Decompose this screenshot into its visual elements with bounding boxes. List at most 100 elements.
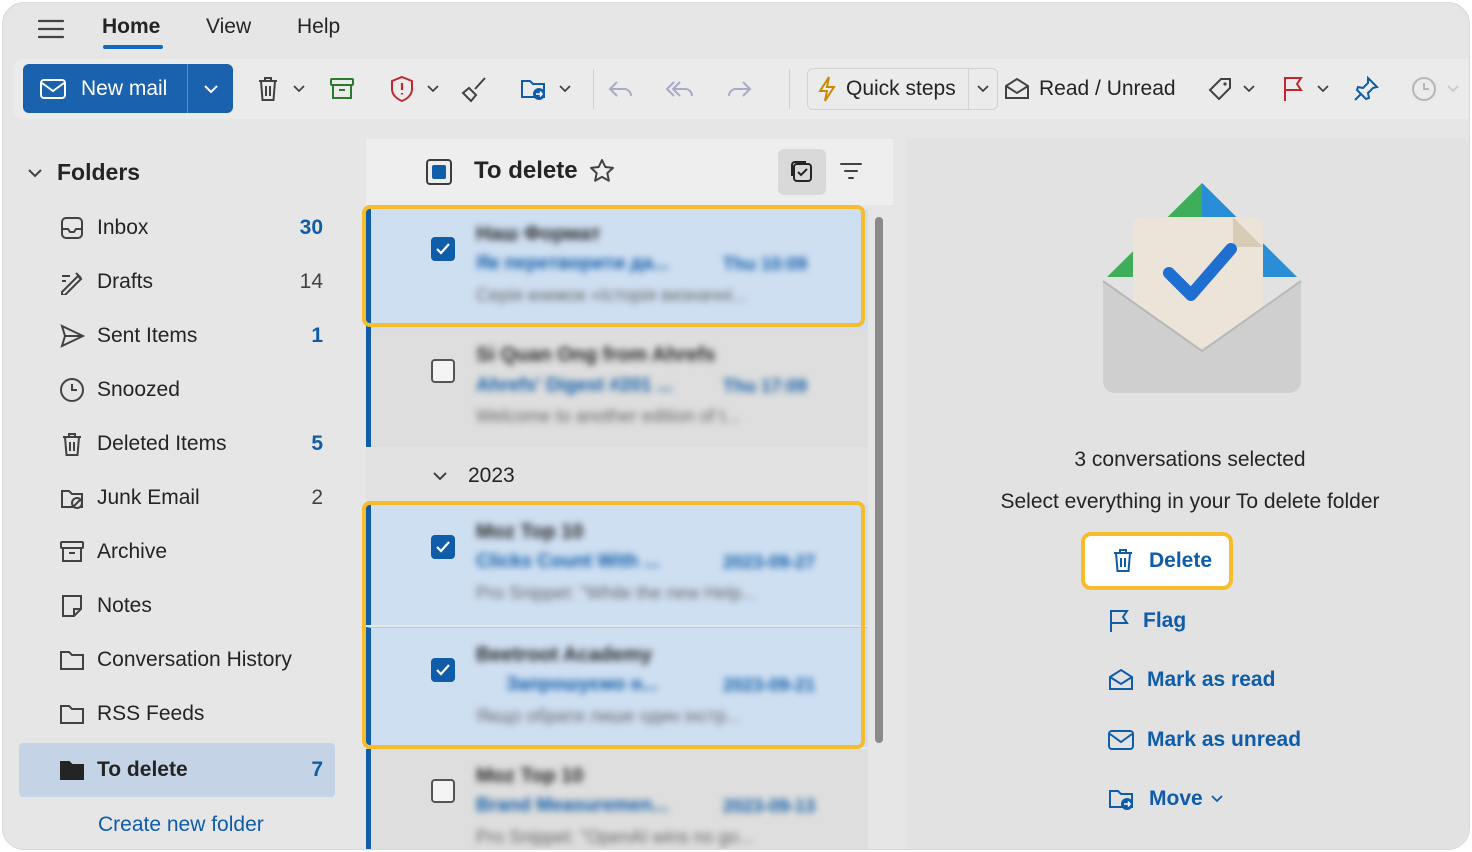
message-subject: Brand Measuremen... (476, 795, 669, 816)
folder-move-icon (521, 80, 545, 100)
folder-to-delete[interactable]: To delete 7 (19, 743, 335, 797)
folder-conversation-history[interactable]: Conversation History (19, 633, 335, 687)
folder-icon (60, 651, 84, 670)
folder-label: Archive (97, 540, 168, 563)
envelope-check-illustration (1102, 183, 1302, 393)
folder-snoozed[interactable]: Snoozed (19, 363, 335, 417)
flag-button[interactable]: Flag (1107, 599, 1186, 643)
item-count: 14 (299, 270, 323, 293)
message-item[interactable]: Moz Top 10 Brand Measuremen... 2023-09-1… (366, 749, 868, 849)
chevron-down-icon (427, 85, 439, 93)
folder-label: RSS Feeds (97, 702, 205, 725)
create-new-folder-link[interactable]: Create new folder (98, 813, 264, 837)
tab-home[interactable]: Home (102, 15, 160, 39)
active-tab-indicator (103, 45, 163, 49)
move-button[interactable]: Move (1107, 777, 1223, 821)
message-checkbox[interactable] (431, 779, 455, 803)
shield-icon (391, 75, 413, 103)
list-title: To delete (474, 157, 578, 184)
select-all-link[interactable]: Select everything in your To delete fold… (907, 490, 1469, 514)
chevron-down-icon (1317, 85, 1329, 93)
delete-button[interactable]: Delete (1081, 532, 1233, 590)
message-list: To delete Наш Формат Як перетворити да..… (362, 139, 893, 849)
message-checkbox[interactable] (431, 535, 455, 559)
folder-inbox[interactable]: Inbox 30 (19, 201, 335, 255)
message-sender: Beetroot Academy (476, 644, 652, 666)
message-checkbox[interactable] (431, 237, 455, 261)
chevron-down-icon (293, 85, 305, 93)
unread-count: 30 (299, 216, 323, 239)
trash-icon (259, 77, 277, 101)
selection-mode-button[interactable] (778, 149, 826, 195)
read-unread-label: Read / Unread (1039, 77, 1176, 100)
move-ribbon-button[interactable] (519, 71, 571, 107)
read-unread-button[interactable]: Read / Unread (1003, 71, 1176, 107)
new-mail-split-button: New mail (23, 64, 233, 113)
new-mail-label: New mail (81, 76, 168, 100)
envelope-open-icon (1109, 668, 1133, 690)
flag-ribbon-button[interactable] (1281, 71, 1329, 107)
message-checkbox[interactable] (431, 658, 455, 682)
mark-as-read-button[interactable]: Mark as read (1107, 658, 1275, 702)
quick-steps-button[interactable]: Quick steps (807, 68, 998, 110)
message-item[interactable]: Si Quan Ong from Ahrefs Ahrefs' Digest #… (366, 329, 868, 449)
group-label: 2023 (468, 464, 515, 487)
new-mail-dropdown[interactable] (188, 64, 233, 113)
tab-view[interactable]: View (206, 15, 251, 39)
reply-all-ribbon-button[interactable] (665, 71, 695, 107)
report-ribbon-button[interactable] (389, 71, 439, 107)
new-mail-button[interactable]: New mail (23, 64, 188, 113)
delete-ribbon-button[interactable] (255, 71, 305, 107)
message-preview: Welcome to another edition of t... (476, 406, 740, 426)
split-divider (967, 69, 969, 109)
trash-icon (63, 433, 81, 456)
select-all-checkbox[interactable] (426, 159, 452, 185)
reply-ribbon-button[interactable] (607, 71, 635, 107)
list-scrollbar[interactable] (875, 217, 883, 743)
hamburger-menu-icon[interactable] (36, 17, 66, 41)
chevron-down-icon (1447, 85, 1459, 93)
chevron-down-icon (559, 85, 571, 93)
folder-sent-items[interactable]: Sent Items 1 (19, 309, 335, 363)
drafts-icon (61, 272, 83, 295)
selection-count: 3 conversations selected (1074, 448, 1306, 471)
favorite-star-icon[interactable] (588, 157, 616, 185)
filter-icon[interactable] (838, 159, 864, 183)
chevron-down-icon (203, 84, 218, 93)
chevron-down-icon (1243, 85, 1255, 93)
unread-count: 7 (311, 758, 323, 781)
top-tab-bar: Home View Help (3, 3, 1469, 55)
message-item[interactable]: Beetroot Academy Запрошуємо н... 2023-09… (366, 627, 868, 747)
sweep-ribbon-button[interactable] (461, 71, 489, 107)
folder-notes[interactable]: Notes (19, 579, 335, 633)
delete-label: Delete (1149, 549, 1213, 572)
snooze-ribbon-button[interactable] (1411, 71, 1459, 107)
message-subject: Ahrefs' Digest #201 ... (476, 375, 673, 396)
folder-label: Deleted Items (97, 432, 227, 455)
forward-ribbon-button[interactable] (725, 71, 753, 107)
message-item[interactable]: Наш Формат Як перетворити да... Thu 10:0… (366, 209, 868, 329)
mark-as-unread-button[interactable]: Mark as unread (1107, 718, 1301, 762)
message-checkbox[interactable] (431, 359, 455, 383)
folder-junk-email[interactable]: Junk Email 2 (19, 471, 335, 525)
unread-count: 1 (311, 324, 323, 347)
folder-deleted-items[interactable]: Deleted Items 5 (19, 417, 335, 471)
folders-header[interactable]: Folders (27, 159, 140, 186)
group-header-2023[interactable]: 2023 (366, 447, 868, 505)
trash-icon (1114, 549, 1132, 572)
tag-icon (1208, 78, 1231, 101)
ribbon-separator (789, 69, 790, 109)
clock-icon (60, 378, 84, 402)
pin-ribbon-button[interactable] (1353, 71, 1379, 107)
message-preview: Якщо обрати лише один інстр... (476, 706, 742, 726)
message-preview: Pro Snippet: "OpenAI wins no go... (476, 827, 754, 847)
tab-help[interactable]: Help (297, 15, 340, 39)
folder-rss-feeds[interactable]: RSS Feeds (19, 687, 335, 741)
archive-ribbon-button[interactable] (329, 71, 355, 107)
folder-archive[interactable]: Archive (19, 525, 335, 579)
mark-as-unread-label: Mark as unread (1147, 728, 1302, 751)
message-item[interactable]: Moz Top 10 Clicks Count With ... 2023-09… (366, 505, 868, 625)
reply-all-icon (665, 81, 693, 97)
folder-drafts[interactable]: Drafts 14 (19, 255, 335, 309)
categorize-button[interactable] (1207, 71, 1255, 107)
